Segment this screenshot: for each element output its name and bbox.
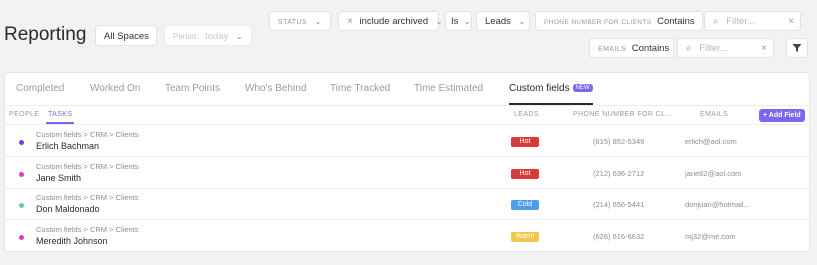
- column-header-phone[interactable]: PHONE NUMBER FOR CL...: [573, 111, 672, 118]
- lead-badge[interactable]: Hot: [511, 169, 539, 179]
- phone-value[interactable]: (615) 852-5349: [593, 137, 644, 146]
- emails-filter-operator[interactable]: Contains: [632, 43, 670, 54]
- column-header-emails[interactable]: EMAILS: [700, 111, 728, 118]
- task-name[interactable]: Erlich Bachman: [36, 141, 99, 151]
- chevron-down-icon: ⌄: [435, 17, 443, 26]
- table-row[interactable]: Custom fields > CRM > Clients Erlich Bach…: [5, 125, 809, 157]
- task-path[interactable]: Custom fields > CRM > Clients: [36, 130, 139, 139]
- lead-badge[interactable]: Cold: [511, 200, 539, 210]
- funnel-icon: [792, 44, 802, 52]
- operator-value: Is: [451, 16, 459, 27]
- email-value[interactable]: mj32@me.com: [685, 232, 736, 241]
- close-icon[interactable]: ×: [788, 12, 794, 32]
- task-name[interactable]: Jane Smith: [36, 173, 81, 183]
- search-icon: ⌕: [713, 16, 719, 27]
- report-card: Completed Worked On Team Points Who's Be…: [4, 72, 810, 252]
- status-dot: [19, 203, 24, 208]
- email-value[interactable]: erlich@aol.com: [685, 137, 737, 146]
- phone-filter-label: PHONE NUMBER FOR CLIENTS: [544, 19, 652, 26]
- status-dot: [19, 172, 24, 177]
- status-dot: [19, 235, 24, 240]
- period-label: Period:: [173, 32, 199, 41]
- chevron-down-icon: ⌄: [518, 17, 526, 26]
- lead-badge[interactable]: Hot: [511, 137, 539, 147]
- tab-team-points[interactable]: Team Points: [165, 83, 220, 94]
- subtab-people[interactable]: PEOPLE: [9, 111, 39, 118]
- page-title: Reporting: [4, 24, 87, 45]
- add-field-button[interactable]: + Add Field: [759, 109, 805, 122]
- email-value[interactable]: donjuan@hotmail...: [685, 200, 750, 209]
- phone-filter-operator[interactable]: Contains: [657, 16, 695, 27]
- close-icon[interactable]: ×: [761, 39, 767, 59]
- view-subtabs: PEOPLE TASKS: [5, 106, 809, 125]
- status-filter-label: STATUS: [278, 19, 307, 26]
- table-row[interactable]: Custom fields > CRM > Clients Meredith Jo…: [5, 220, 809, 251]
- leads-value: Leads: [485, 16, 511, 27]
- phone-search-input[interactable]: ⌕ Filter... ×: [704, 11, 801, 31]
- tab-time-tracked[interactable]: Time Tracked: [330, 83, 390, 94]
- chevron-down-icon: ⌄: [235, 32, 243, 41]
- period-selector[interactable]: Period: today ⌄: [164, 25, 252, 46]
- all-spaces-button[interactable]: All Spaces: [95, 25, 157, 46]
- phone-value[interactable]: (212) 636-2712: [593, 169, 644, 178]
- period-value: today: [205, 31, 229, 42]
- chevron-down-icon: ⌄: [314, 17, 322, 26]
- tab-custom-fields[interactable]: Custom fields NEW: [509, 83, 593, 105]
- phone-value[interactable]: (214) 656-5441: [593, 200, 644, 209]
- task-path[interactable]: Custom fields > CRM > Clients: [36, 193, 139, 202]
- status-dot: [19, 140, 24, 145]
- tab-time-estimated[interactable]: Time Estimated: [414, 83, 483, 94]
- task-path[interactable]: Custom fields > CRM > Clients: [36, 225, 139, 234]
- phone-value[interactable]: (626) 616-6632: [593, 232, 644, 241]
- report-tabs: Completed Worked On Team Points Who's Be…: [5, 73, 809, 106]
- table-row[interactable]: Custom fields > CRM > Clients Don Maldona…: [5, 188, 809, 220]
- tab-custom-fields-label: Custom fields: [509, 83, 570, 94]
- table-row[interactable]: Custom fields > CRM > Clients Jane Smith H…: [5, 157, 809, 189]
- column-header-leads[interactable]: LEADS: [514, 111, 539, 118]
- tab-completed[interactable]: Completed: [16, 83, 64, 94]
- chevron-down-icon: ⌄: [464, 17, 471, 26]
- task-name[interactable]: Meredith Johnson: [36, 236, 108, 246]
- all-spaces-label: All Spaces: [104, 31, 149, 42]
- phone-search-placeholder: Filter...: [726, 16, 755, 27]
- search-icon: ⌕: [686, 43, 692, 54]
- operator-select[interactable]: Is ⌄: [445, 11, 472, 31]
- email-value[interactable]: jane82@aol.com: [685, 169, 741, 178]
- task-name[interactable]: Don Maldonado: [36, 204, 100, 214]
- emails-search-input[interactable]: ⌕ Filter... ×: [677, 38, 774, 58]
- subtab-tasks[interactable]: TASKS: [45, 111, 75, 124]
- tab-worked-on[interactable]: Worked On: [90, 83, 140, 94]
- archived-filter-value: include archived: [359, 16, 429, 27]
- emails-search-placeholder: Filter...: [699, 43, 728, 54]
- status-filter[interactable]: STATUS ⌄: [269, 11, 331, 31]
- new-badge: NEW: [572, 84, 593, 92]
- archived-filter[interactable]: × include archived ⌄: [338, 11, 442, 31]
- task-path[interactable]: Custom fields > CRM > Clients: [36, 162, 139, 171]
- tab-whos-behind[interactable]: Who's Behind: [245, 83, 306, 94]
- emails-filter[interactable]: EMAILS Contains ⌄: [589, 38, 684, 58]
- filter-button[interactable]: [786, 38, 808, 58]
- close-icon[interactable]: ×: [347, 16, 353, 27]
- lead-badge[interactable]: Warm: [511, 232, 539, 242]
- emails-filter-label: EMAILS: [598, 46, 627, 53]
- leads-select[interactable]: Leads ⌄: [476, 11, 530, 31]
- phone-filter[interactable]: PHONE NUMBER FOR CLIENTS Contains ⌄: [535, 11, 709, 31]
